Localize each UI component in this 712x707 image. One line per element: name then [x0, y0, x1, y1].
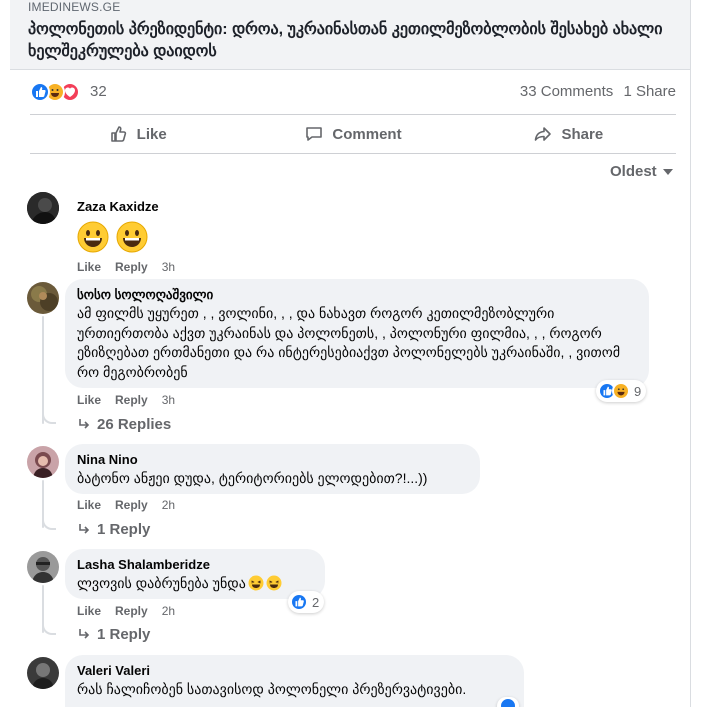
- link-headline[interactable]: პოლონეთის პრეზიდენტი: დროა, უკრაინასთან …: [28, 19, 688, 63]
- link-preview-card[interactable]: IMEDINEWS.GE პოლონეთის პრეზიდენტი: დროა,…: [10, 0, 690, 70]
- link-domain: IMEDINEWS.GE: [28, 0, 121, 14]
- grinning-face-emoji: [77, 221, 109, 253]
- avatar[interactable]: [27, 446, 59, 478]
- comment-body: Zaza Kaxidze: [77, 199, 159, 258]
- comment-reply-link[interactable]: Reply: [115, 604, 148, 618]
- reply-arrow-icon: [79, 524, 90, 534]
- like-icon: [290, 593, 308, 611]
- share-button-label: Share: [561, 125, 604, 143]
- avatar[interactable]: [27, 551, 59, 583]
- replies-label: 26 Replies: [97, 416, 172, 433]
- reply-arrow-icon: [79, 629, 90, 639]
- comment-timestamp[interactable]: 2h: [162, 604, 175, 618]
- laughing-face-emoji: [248, 575, 264, 591]
- grinning-face-emoji: [116, 221, 148, 253]
- comment-text: ბატონო ანჟეი დუდა, ტერიტორიებს ელოდებით?…: [77, 470, 428, 486]
- comment-reaction-pill[interactable]: 9: [596, 380, 647, 402]
- comment-sort-dropdown[interactable]: Oldest: [610, 163, 673, 180]
- reaction-summary[interactable]: [30, 82, 90, 102]
- speech-bubble-icon: [306, 127, 323, 141]
- comment-reaction-pill[interactable]: 2: [288, 591, 325, 613]
- view-replies-link[interactable]: 1 Reply: [77, 521, 150, 538]
- comment-author[interactable]: Nina Nino: [77, 452, 468, 468]
- comments-count-link[interactable]: 33 Comments: [520, 83, 613, 100]
- comment-text: ამ ფილმს უყურეთ , , ვოლინი, , , და ნახავ…: [77, 305, 624, 380]
- comment-bubble: სოსო სოლოღაშვილი ამ ფილმს უყურეთ , , ვოლ…: [65, 279, 649, 388]
- thumb-up-icon: [110, 126, 126, 142]
- haha-icon: [612, 382, 630, 400]
- caret-down-icon: [662, 169, 673, 176]
- shares-count-link[interactable]: 1 Share: [623, 83, 676, 100]
- avatar[interactable]: [27, 282, 59, 314]
- view-replies-link[interactable]: 1 Reply: [77, 626, 150, 643]
- divider-bottom: [30, 153, 676, 154]
- comment-author[interactable]: Zaza Kaxidze: [77, 199, 159, 215]
- comment-text: რას ჩალიჩობენ სათავისოდ პოლონელი პრეზერვ…: [77, 681, 467, 697]
- comment-text-row: ლვოვის დაბრუნება უნდა: [77, 574, 313, 594]
- avatar[interactable]: [27, 657, 59, 689]
- sort-label: Oldest: [610, 163, 657, 180]
- comment-timestamp[interactable]: 3h: [162, 393, 175, 407]
- view-replies-link[interactable]: 26 Replies: [77, 416, 171, 433]
- reply-arrow-icon: [79, 419, 90, 429]
- comment-button-label: Comment: [332, 125, 402, 143]
- comment-like-link[interactable]: Like: [77, 604, 101, 618]
- comment-like-link[interactable]: Like: [77, 498, 101, 512]
- comment-reply-link[interactable]: Reply: [115, 498, 148, 512]
- comment-share-counts: 33 Comments 1 Share: [514, 83, 676, 100]
- comment-like-link[interactable]: Like: [77, 393, 101, 407]
- comment-bubble: Nina Nino ბატონო ანჟეი დუდა, ტერიტორიებს…: [65, 444, 480, 494]
- replies-label: 1 Reply: [97, 626, 151, 643]
- share-button[interactable]: Share: [461, 115, 676, 153]
- post-stats-row: 32 33 Comments 1 Share: [30, 80, 676, 104]
- comment-author[interactable]: Lasha Shalamberidze: [77, 557, 313, 573]
- comment-meta: Like Reply 3h: [77, 260, 175, 274]
- laughing-face-emoji: [266, 575, 282, 591]
- comment-author[interactable]: Valeri Valeri: [77, 663, 512, 679]
- comment-timestamp[interactable]: 2h: [162, 498, 175, 512]
- comment-reaction-pill[interactable]: [497, 697, 519, 707]
- feed-right-border: [690, 0, 691, 707]
- comment-like-link[interactable]: Like: [77, 260, 101, 274]
- comment-author[interactable]: სოსო სოლოღაშვილი: [77, 287, 637, 303]
- comment-reaction-count: 2: [312, 594, 320, 610]
- comment-meta: Like Reply 2h: [77, 498, 175, 512]
- like-icon: [30, 82, 50, 102]
- comment-timestamp[interactable]: 3h: [162, 260, 175, 274]
- comment-bubble: Valeri Valeri რას ჩალიჩობენ სათავისოდ პო…: [65, 655, 524, 707]
- reaction-count[interactable]: 32: [90, 83, 107, 100]
- comment-reply-link[interactable]: Reply: [115, 260, 148, 274]
- like-icon: [499, 697, 517, 707]
- replies-label: 1 Reply: [97, 521, 151, 538]
- comment-reaction-count: 9: [634, 383, 642, 399]
- share-arrow-icon: [535, 127, 552, 141]
- like-button-label: Like: [136, 125, 167, 143]
- comment-text: ლვოვის დაბრუნება უნდა: [77, 575, 246, 591]
- comment-reply-link[interactable]: Reply: [115, 393, 148, 407]
- thread-line: [42, 316, 44, 424]
- avatar[interactable]: [27, 192, 59, 224]
- emoji-row: [77, 221, 159, 258]
- like-button[interactable]: Like: [30, 115, 245, 153]
- comment-button[interactable]: Comment: [245, 115, 460, 153]
- post-actions: Like Comment Share: [30, 115, 676, 153]
- comment-meta: Like Reply 2h: [77, 604, 175, 618]
- comment-meta: Like Reply 3h: [77, 393, 175, 407]
- comment-bubble: Lasha Shalamberidze ლვოვის დაბრუნება უნდ…: [65, 549, 325, 599]
